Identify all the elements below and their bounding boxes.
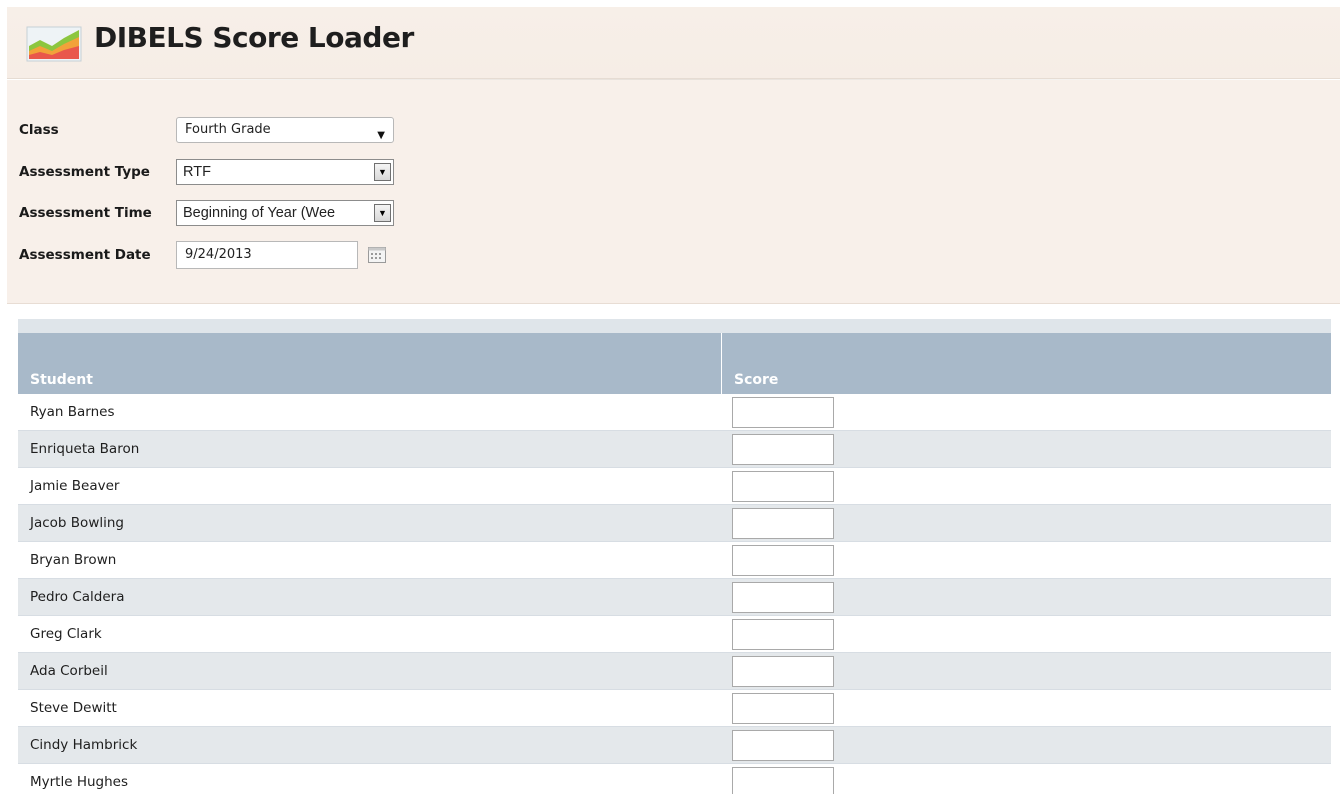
table-row: Ryan Barnes	[18, 394, 1331, 431]
assessment-type-value: RTF	[183, 164, 211, 180]
column-header-student[interactable]: Student	[18, 333, 722, 394]
assessment-time-label: Assessment Time	[19, 205, 152, 221]
score-input[interactable]	[732, 655, 834, 687]
score-input[interactable]	[732, 507, 834, 539]
score-input[interactable]	[732, 581, 834, 613]
table-row: Jamie Beaver	[18, 468, 1331, 505]
assessment-date-input[interactable]: 9/24/2013	[176, 241, 358, 269]
assessment-time-row: Assessment Time Beginning of Year (Wee ▼	[19, 199, 394, 227]
table-row: Jacob Bowling	[18, 505, 1331, 542]
assessment-time-value: Beginning of Year (Wee	[183, 205, 336, 221]
dropdown-arrow-icon: ▼	[374, 204, 391, 222]
calendar-icon[interactable]	[368, 247, 386, 263]
app-title: DIBELS Score Loader	[94, 21, 414, 54]
student-name: Steve Dewitt	[30, 700, 117, 716]
assessment-type-select[interactable]: RTF ▼	[176, 159, 394, 185]
table-row: Steve Dewitt	[18, 690, 1331, 727]
assessment-date-row: Assessment Date 9/24/2013	[19, 241, 386, 269]
table-row: Cindy Hambrick	[18, 727, 1331, 764]
student-name: Ryan Barnes	[30, 404, 115, 420]
score-input[interactable]	[732, 470, 834, 502]
score-input[interactable]	[732, 433, 834, 465]
chart-icon	[26, 26, 82, 62]
student-name: Jacob Bowling	[30, 515, 124, 531]
dropdown-arrow-icon: ▼	[374, 163, 391, 181]
score-input[interactable]	[732, 766, 834, 794]
assessment-time-select[interactable]: Beginning of Year (Wee ▼	[176, 200, 394, 226]
student-name: Bryan Brown	[30, 552, 117, 568]
student-name: Greg Clark	[30, 626, 102, 642]
column-header-score[interactable]: Score	[722, 333, 1331, 394]
score-input[interactable]	[732, 544, 834, 576]
table-row: Myrtle Hughes	[18, 764, 1331, 794]
student-name: Ada Corbeil	[30, 663, 108, 679]
table-row: Enriqueta Baron	[18, 431, 1331, 468]
filter-panel: Class Fourth Grade ▼ Assessment Type RTF…	[7, 80, 1340, 304]
table-row: Ada Corbeil	[18, 653, 1331, 690]
table-row: Pedro Caldera	[18, 579, 1331, 616]
grid-body: Ryan Barnes Enriqueta Baron Jamie Beaver…	[18, 394, 1331, 794]
student-name: Jamie Beaver	[30, 478, 120, 494]
class-select-value: Fourth Grade	[185, 122, 271, 137]
assessment-type-label: Assessment Type	[19, 164, 150, 180]
table-row: Bryan Brown	[18, 542, 1331, 579]
grid-toolbar	[18, 319, 1331, 333]
score-input[interactable]	[732, 692, 834, 724]
student-name: Enriqueta Baron	[30, 441, 140, 457]
chevron-down-icon: ▼	[377, 130, 385, 141]
class-select[interactable]: Fourth Grade ▼	[176, 117, 394, 143]
table-row: Greg Clark	[18, 616, 1331, 653]
grid-header: Student Score	[18, 333, 1331, 394]
student-name: Cindy Hambrick	[30, 737, 138, 753]
score-input[interactable]	[732, 396, 834, 428]
assessment-type-row: Assessment Type RTF ▼	[19, 158, 394, 186]
score-input[interactable]	[732, 729, 834, 761]
score-input[interactable]	[732, 618, 834, 650]
student-name: Myrtle Hughes	[30, 774, 129, 790]
class-label: Class	[19, 122, 59, 138]
assessment-date-label: Assessment Date	[19, 247, 151, 263]
score-grid: Student Score Ryan Barnes Enriqueta Baro…	[18, 319, 1331, 794]
class-row: Class Fourth Grade ▼	[19, 116, 394, 144]
app-header: DIBELS Score Loader	[7, 7, 1340, 105]
student-name: Pedro Caldera	[30, 589, 125, 605]
